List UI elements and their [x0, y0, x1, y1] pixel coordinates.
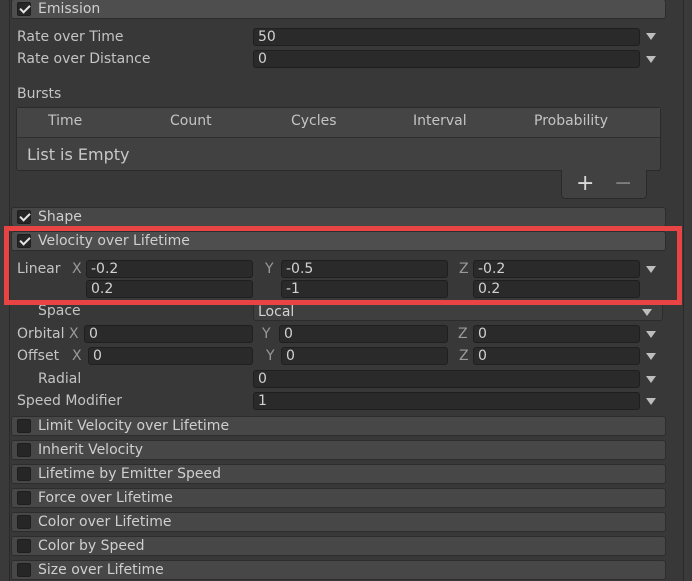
bursts-column-interval: Interval	[413, 113, 467, 129]
radial-label: Radial	[38, 371, 82, 387]
color-over-lifetime-checkbox[interactable]	[17, 515, 31, 529]
remove-burst-button[interactable]: −	[614, 171, 632, 196]
highlight-box	[4, 226, 682, 305]
axis-z-label: Z	[459, 348, 469, 364]
orbital-y-input[interactable]: 0	[279, 325, 448, 343]
bursts-column-cycles: Cycles	[291, 113, 337, 129]
add-burst-button[interactable]: +	[576, 171, 594, 196]
rate-over-time-input[interactable]: 50	[253, 28, 640, 46]
offset-x-input[interactable]: 0	[88, 347, 253, 365]
module-title: Limit Velocity over Lifetime	[38, 418, 230, 434]
module-header-emission[interactable]: Emission	[11, 0, 666, 19]
inherit-velocity-checkbox[interactable]	[17, 443, 31, 457]
curve-mode-dropdown-icon[interactable]	[646, 376, 656, 383]
offset-y-input[interactable]: 0	[281, 347, 448, 365]
orbital-z-input[interactable]: 0	[473, 325, 640, 343]
bursts-label: Bursts	[17, 86, 62, 102]
module-title: Shape	[38, 209, 82, 225]
radial-input[interactable]: 0	[253, 370, 640, 388]
limit-velocity-checkbox[interactable]	[17, 419, 31, 433]
module-header-color-over-lifetime[interactable]: Color over Lifetime	[11, 512, 666, 532]
orbital-label: Orbital	[17, 326, 65, 342]
rate-over-time-label: Rate over Time	[17, 29, 124, 45]
chevron-down-icon[interactable]	[642, 309, 652, 316]
curve-mode-dropdown-icon[interactable]	[646, 398, 656, 405]
orbital-x-input[interactable]: 0	[84, 325, 253, 343]
bursts-empty-text: List is Empty	[27, 145, 130, 164]
module-title: Force over Lifetime	[38, 490, 173, 506]
module-header-limit-velocity-over-lifetime[interactable]: Limit Velocity over Lifetime	[11, 416, 666, 436]
module-title: Inherit Velocity	[38, 442, 143, 458]
axis-y-label: Y	[266, 348, 275, 364]
module-header-lifetime-by-emitter-speed[interactable]: Lifetime by Emitter Speed	[11, 464, 666, 484]
color-by-speed-checkbox[interactable]	[17, 539, 31, 553]
bursts-column-count: Count	[170, 113, 212, 129]
speed-modifier-label: Speed Modifier	[17, 393, 122, 409]
axis-z-label: Z	[458, 326, 468, 342]
space-label: Space	[38, 303, 81, 319]
bursts-list: Time Count Cycles Interval Probability L…	[16, 107, 661, 171]
curve-mode-dropdown-icon[interactable]	[646, 33, 656, 40]
module-header-size-over-lifetime[interactable]: Size over Lifetime	[11, 560, 666, 580]
space-dropdown[interactable]: Local	[253, 303, 663, 321]
bursts-list-header: Time Count Cycles Interval Probability	[17, 108, 660, 138]
module-header-inherit-velocity[interactable]: Inherit Velocity	[11, 440, 666, 460]
module-title: Size over Lifetime	[38, 562, 164, 578]
rate-over-distance-label: Rate over Distance	[17, 51, 151, 67]
force-over-lifetime-checkbox[interactable]	[17, 491, 31, 505]
module-title: Color by Speed	[38, 538, 145, 554]
offset-z-input[interactable]: 0	[473, 347, 640, 365]
bursts-column-probability: Probability	[534, 113, 609, 129]
lifetime-by-emitter-speed-checkbox[interactable]	[17, 467, 31, 481]
module-title: Emission	[38, 1, 101, 17]
offset-label: Offset	[17, 348, 60, 364]
curve-mode-dropdown-icon[interactable]	[646, 56, 656, 63]
axis-x-label: X	[72, 348, 82, 364]
axis-y-label: Y	[262, 326, 271, 342]
axis-x-label: X	[69, 326, 79, 342]
curve-mode-dropdown-icon[interactable]	[646, 331, 656, 338]
module-header-shape[interactable]: Shape	[11, 207, 666, 227]
rate-over-distance-input[interactable]: 0	[253, 50, 640, 68]
module-header-force-over-lifetime[interactable]: Force over Lifetime	[11, 488, 666, 508]
right-scrollbar[interactable]	[683, 0, 692, 581]
curve-mode-dropdown-icon[interactable]	[646, 353, 656, 360]
module-title: Lifetime by Emitter Speed	[38, 466, 221, 482]
speed-modifier-input[interactable]: 1	[253, 392, 640, 410]
module-title: Color over Lifetime	[38, 514, 172, 530]
emission-checkbox[interactable]	[17, 2, 31, 16]
shape-checkbox[interactable]	[17, 210, 31, 224]
size-over-lifetime-checkbox[interactable]	[17, 563, 31, 577]
bursts-column-time: Time	[48, 113, 83, 129]
module-header-color-by-speed[interactable]: Color by Speed	[11, 536, 666, 556]
bursts-add-remove-footer: + −	[561, 170, 647, 199]
